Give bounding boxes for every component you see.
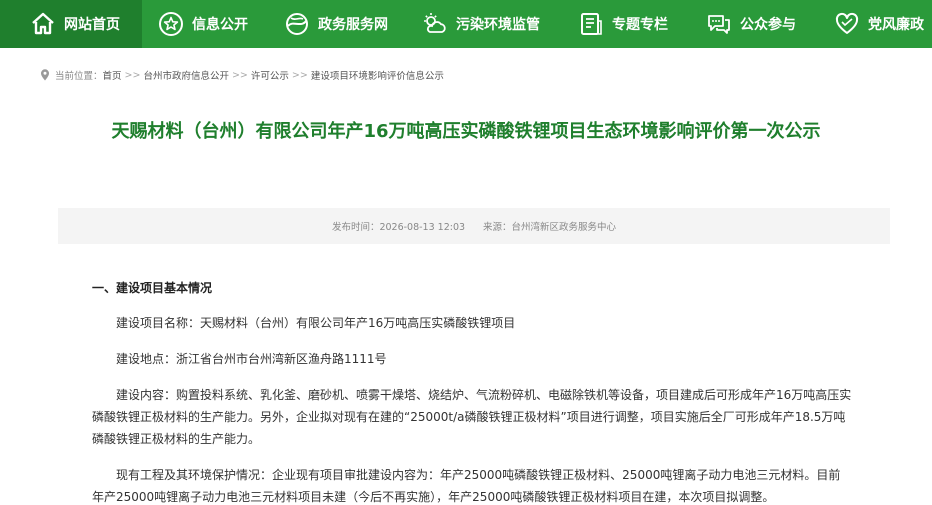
globe-icon [284,11,310,37]
breadcrumb: 当前位置： 首页 >> 台州市政府信息公开 >> 许可公示 >> 建设项目环境影… [40,68,444,82]
chat-icon [706,11,732,37]
nav-label: 污染环境监管 [456,17,540,33]
nav-label: 党风廉政 [868,17,924,33]
nav-label: 政务服务网 [318,17,388,33]
breadcrumb-license-notice[interactable]: 许可公示 [251,68,289,82]
nav-label: 专题专栏 [612,17,668,33]
article-body: 一、建设项目基本情况 建设项目名称：天赐材料（台州）有限公司年产16万吨高压实磷… [92,278,852,505]
article-source: 来源：台州湾新区政务服务中心 [483,222,617,233]
nav-label: 公众参与 [740,17,796,33]
nav-item-public-participation[interactable]: 公众参与 [692,0,820,48]
nav-label: 信息公开 [192,17,248,33]
location-pin-icon [41,69,49,81]
paragraph-location: 建设地点：浙江省台州市台州湾新区渔舟路1111号 [116,352,387,366]
publish-time: 发布时间：2026-08-13 12:03 [331,222,466,233]
breadcrumb-home[interactable]: 首页 [103,68,122,82]
breadcrumb-separator: >> [124,69,141,81]
nav-item-party-integrity[interactable]: 党风廉政 [820,0,932,48]
article-title: 天赐材料（台州）有限公司年产16万吨高压实磷酸铁锂项目生态环境影响评价第一次公示 [111,121,821,142]
heart-icon [834,11,860,37]
section-heading: 一、建设项目基本情况 [92,281,213,295]
paragraph-project-name: 建设项目名称：天赐材料（台州）有限公司年产16万吨高压实磷酸铁锂项目 [116,316,516,330]
article-meta: 发布时间：2026-08-13 12:03 来源：台州湾新区政务服务中心 [58,208,890,244]
nav-item-home[interactable]: 网站首页 [0,0,142,48]
nav-label: 网站首页 [64,17,120,33]
breadcrumb-separator: >> [291,69,308,81]
nav-item-gov-service[interactable]: 政务服务网 [270,0,408,48]
home-icon [30,11,56,37]
breadcrumb-eia-notice[interactable]: 建设项目环境影响评价信息公示 [311,68,444,82]
nav-item-info-disclosure[interactable]: 信息公开 [142,0,270,48]
nav-item-pollution-monitoring[interactable]: 污染环境监管 [408,0,564,48]
document-icon [578,11,604,37]
star-circle-icon [158,11,184,37]
paragraph-content: 建设内容：购置投料系统、乳化釜、磨砂机、喷雾干燥塔、烧结炉、气流粉碎机、电磁除铁… [92,388,852,446]
breadcrumb-separator: >> [231,69,248,81]
breadcrumb-gov-info[interactable]: 台州市政府信息公开 [143,68,229,82]
weather-icon [422,11,448,37]
paragraph-existing-project: 现有工程及其环境保护情况：企业现有项目审批建设内容为：年产25000吨磷酸铁锂正… [92,468,841,504]
top-nav: 网站首页 信息公开 政务服务网 污染环境监管 专题专栏 公众参与 党风廉政 [0,0,932,48]
breadcrumb-prefix: 当前位置： [55,71,103,82]
nav-item-special-topics[interactable]: 专题专栏 [564,0,692,48]
